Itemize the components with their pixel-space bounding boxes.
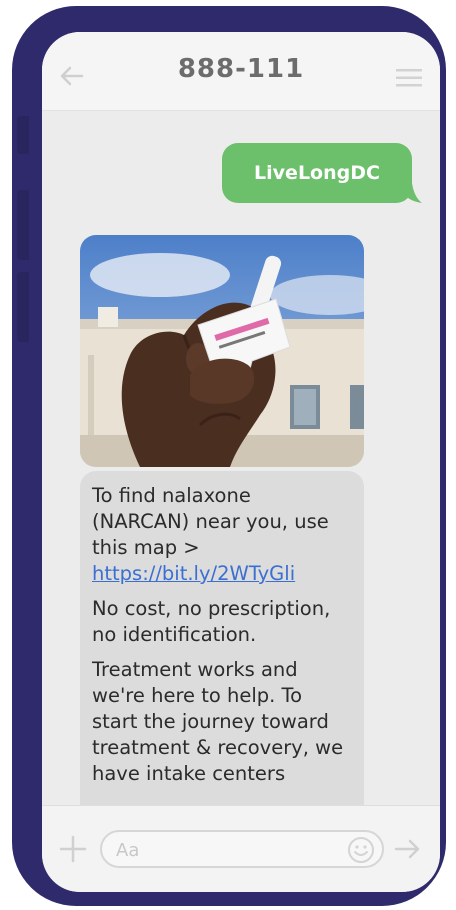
message-thread[interactable]: LiveLongDC To find nalaxone (NARCAN) nea…: [42, 111, 440, 805]
naloxone-photo: [80, 235, 364, 467]
phone-screen: 888-111 LiveLongDC To find nalaxone (NAR…: [42, 32, 440, 892]
message-composer: [42, 805, 440, 892]
message-input[interactable]: [114, 836, 338, 864]
message-paragraph-treatment: Treatment works and we're here to help. …: [92, 658, 344, 785]
phone-side-button-top: [17, 116, 29, 154]
incoming-image-message[interactable]: [80, 235, 364, 467]
phone-frame: 888-111 LiveLongDC To find nalaxone (NAR…: [12, 6, 446, 906]
smiley-icon[interactable]: [346, 835, 376, 865]
message-paragraph-cost: No cost, no prescription, no identificat…: [92, 597, 331, 646]
send-arrow-icon[interactable]: [394, 836, 422, 862]
contact-title: 888-111: [177, 54, 305, 84]
message-text-map-intro: To find nalaxone (NARCAN) near you, use …: [92, 484, 329, 559]
outgoing-bubble-tail: [404, 183, 422, 203]
incoming-text-message: To find nalaxone (NARCAN) near you, use …: [80, 471, 364, 805]
plus-icon[interactable]: [58, 834, 88, 864]
message-input-container[interactable]: [100, 830, 384, 868]
conversation-header: 888-111: [42, 32, 440, 111]
outgoing-message-bubble: LiveLongDC: [222, 143, 412, 203]
map-link[interactable]: https://bit.ly/2WTyGli: [92, 562, 295, 585]
phone-side-button-volume-down: [17, 272, 29, 342]
hamburger-menu-icon[interactable]: [396, 68, 422, 88]
message-paragraph-map: To find nalaxone (NARCAN) near you, use …: [92, 483, 352, 587]
phone-side-button-volume-up: [17, 190, 29, 260]
